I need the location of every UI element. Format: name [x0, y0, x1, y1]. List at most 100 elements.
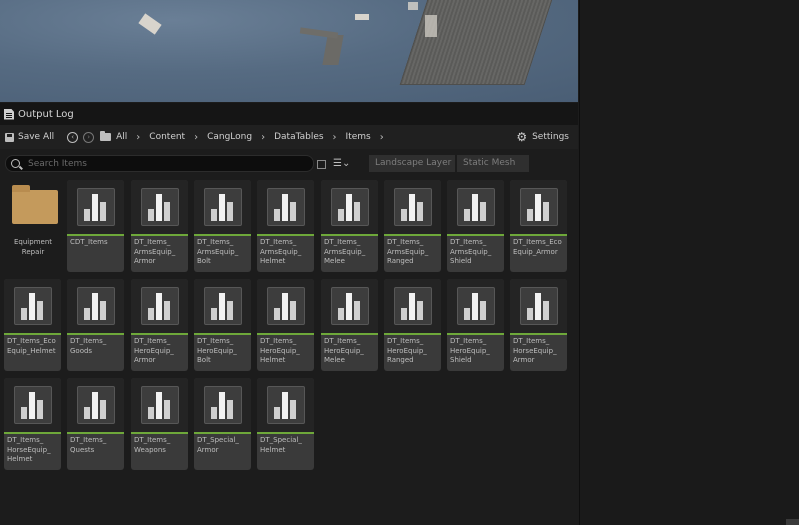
asset-tile[interactable]: DT_Items_ HeroEquip_ Melee [321, 279, 378, 371]
asset-tile[interactable]: DT_Items_ Quests [67, 378, 124, 470]
chevron-right-icon[interactable]: › [136, 132, 140, 143]
data-table-icon-bar [354, 301, 360, 320]
asset-thumbnail [67, 180, 124, 236]
asset-tile[interactable]: DT_Special_ Helmet [257, 378, 314, 470]
breadcrumb-content[interactable]: Content [149, 132, 185, 142]
folder-tile[interactable]: Equipment Repair [4, 180, 61, 272]
output-log-title: Output Log [18, 108, 74, 120]
asset-tile[interactable]: DT_Items_ ArmsEquip_ Armor [131, 180, 188, 272]
asset-thumbnail [384, 279, 441, 335]
data-table-icon-bar [84, 407, 90, 419]
data-table-icon [267, 386, 305, 424]
resize-grip[interactable] [786, 519, 799, 525]
save-all-label: Save All [18, 132, 55, 142]
data-table-icon-bar [480, 202, 486, 221]
save-all-button[interactable]: Save All [5, 132, 54, 142]
asset-label: DT_Items_ HeroEquip_ Helmet [260, 337, 300, 364]
asset-thumbnail [510, 279, 567, 335]
asset-thumbnail [194, 180, 251, 236]
chevron-right-icon[interactable]: › [380, 132, 384, 143]
asset-tile[interactable]: DT_Items_ HeroEquip_ Ranged [384, 279, 441, 371]
asset-tile[interactable]: DT_Items_Eco Equip_Helmet [4, 279, 61, 371]
output-log-tab[interactable]: Output Log [0, 103, 578, 125]
data-table-icon-bar [417, 301, 423, 320]
asset-thumbnail [67, 378, 124, 434]
asset-thumbnail [321, 180, 378, 236]
settings-label: Settings [532, 132, 569, 142]
data-table-icon [457, 188, 495, 226]
viewport-boat-mesh [408, 2, 418, 10]
search-input[interactable] [28, 158, 298, 169]
data-table-icon-bar [282, 392, 288, 419]
asset-tile[interactable]: DT_Items_ ArmsEquip_ Helmet [257, 180, 314, 272]
data-table-icon [77, 188, 115, 226]
data-table-icon-bar [464, 308, 470, 320]
breadcrumb-canglong[interactable]: CangLong [207, 132, 252, 142]
asset-label: DT_Items_ HeroEquip_ Armor [134, 337, 174, 364]
search-bar[interactable] [5, 155, 314, 172]
level-viewport[interactable] [0, 0, 578, 102]
asset-tile[interactable]: DT_Items_ ArmsEquip_ Melee [321, 180, 378, 272]
asset-tile[interactable]: CDT_Items [67, 180, 124, 272]
data-table-icon [14, 386, 52, 424]
content-browser-toolbar: Save All ‹ › All › Content › CangLong › … [0, 125, 578, 149]
asset-thumbnail [257, 180, 314, 236]
breadcrumb-items[interactable]: Items [346, 132, 371, 142]
breadcrumb-all[interactable]: All [116, 132, 127, 142]
filter-icon[interactable]: ☰⌄ [333, 158, 350, 169]
data-table-icon-bar [290, 202, 296, 221]
data-table-icon-bar [211, 407, 217, 419]
viewport-dock-mesh [399, 0, 556, 85]
forward-arrow-icon[interactable]: › [83, 131, 95, 143]
asset-thumbnail [131, 378, 188, 434]
asset-tile[interactable]: DT_Items_ Weapons [131, 378, 188, 470]
data-table-icon-bar [92, 293, 98, 320]
data-table-icon-bar [409, 194, 415, 221]
asset-tile[interactable]: DT_Items_ HeroEquip_ Bolt [194, 279, 251, 371]
breadcrumb-datatables[interactable]: DataTables [274, 132, 323, 142]
asset-tile[interactable]: DT_Items_ Goods [67, 279, 124, 371]
asset-label: DT_Items_ Weapons [134, 436, 171, 454]
settings-button[interactable]: ⚙ Settings [516, 130, 569, 144]
search-icon [11, 159, 20, 168]
asset-tile[interactable]: DT_Items_ HeroEquip_ Helmet [257, 279, 314, 371]
asset-label: DT_Items_Eco Equip_Armor [513, 238, 562, 256]
data-table-icon [267, 188, 305, 226]
save-search-icon[interactable] [317, 160, 326, 169]
asset-tile[interactable]: DT_Items_ HorseEquip_ Helmet [4, 378, 61, 470]
asset-thumbnail [131, 279, 188, 335]
data-table-icon-bar [527, 209, 533, 221]
asset-tile[interactable]: DT_Items_Eco Equip_Armor [510, 180, 567, 272]
filter-chip-landscape-layer[interactable]: Landscape Layer [367, 155, 461, 172]
asset-tile[interactable]: DT_Special_ Armor [194, 378, 251, 470]
asset-tile[interactable]: DT_Items_ HeroEquip_ Armor [131, 279, 188, 371]
data-table-icon-bar [282, 194, 288, 221]
asset-label: DT_Items_ HorseEquip_ Armor [513, 337, 557, 364]
filter-chip-static-mesh[interactable]: Static Mesh [455, 155, 529, 172]
folder-icon [12, 185, 58, 224]
back-arrow-icon[interactable]: ‹ [67, 131, 79, 143]
asset-tile[interactable]: DT_Items_ HeroEquip_ Shield [447, 279, 504, 371]
data-table-icon-bar [29, 293, 35, 320]
data-table-icon-bar [338, 209, 344, 221]
data-table-icon [77, 287, 115, 325]
asset-tile[interactable]: DT_Items_ ArmsEquip_ Bolt [194, 180, 251, 272]
chevron-right-icon[interactable]: › [333, 132, 337, 143]
data-table-icon-bar [227, 202, 233, 221]
asset-tile[interactable]: DT_Items_ HorseEquip_ Armor [510, 279, 567, 371]
folder-icon[interactable] [100, 131, 112, 141]
asset-thumbnail [67, 279, 124, 335]
asset-label: DT_Items_ HeroEquip_ Ranged [387, 337, 427, 364]
data-table-icon-bar [535, 293, 541, 320]
asset-thumbnail [4, 279, 61, 335]
asset-tile[interactable]: DT_Items_ ArmsEquip_ Ranged [384, 180, 441, 272]
asset-tile[interactable]: DT_Items_ ArmsEquip_ Shield [447, 180, 504, 272]
asset-thumbnail [384, 180, 441, 236]
chevron-right-icon[interactable]: › [194, 132, 198, 143]
data-table-icon [14, 287, 52, 325]
data-table-icon [331, 188, 369, 226]
asset-label: DT_Items_ HeroEquip_ Melee [324, 337, 364, 364]
chevron-right-icon[interactable]: › [261, 132, 265, 143]
data-table-icon-bar [219, 293, 225, 320]
data-table-icon-bar [164, 301, 170, 320]
